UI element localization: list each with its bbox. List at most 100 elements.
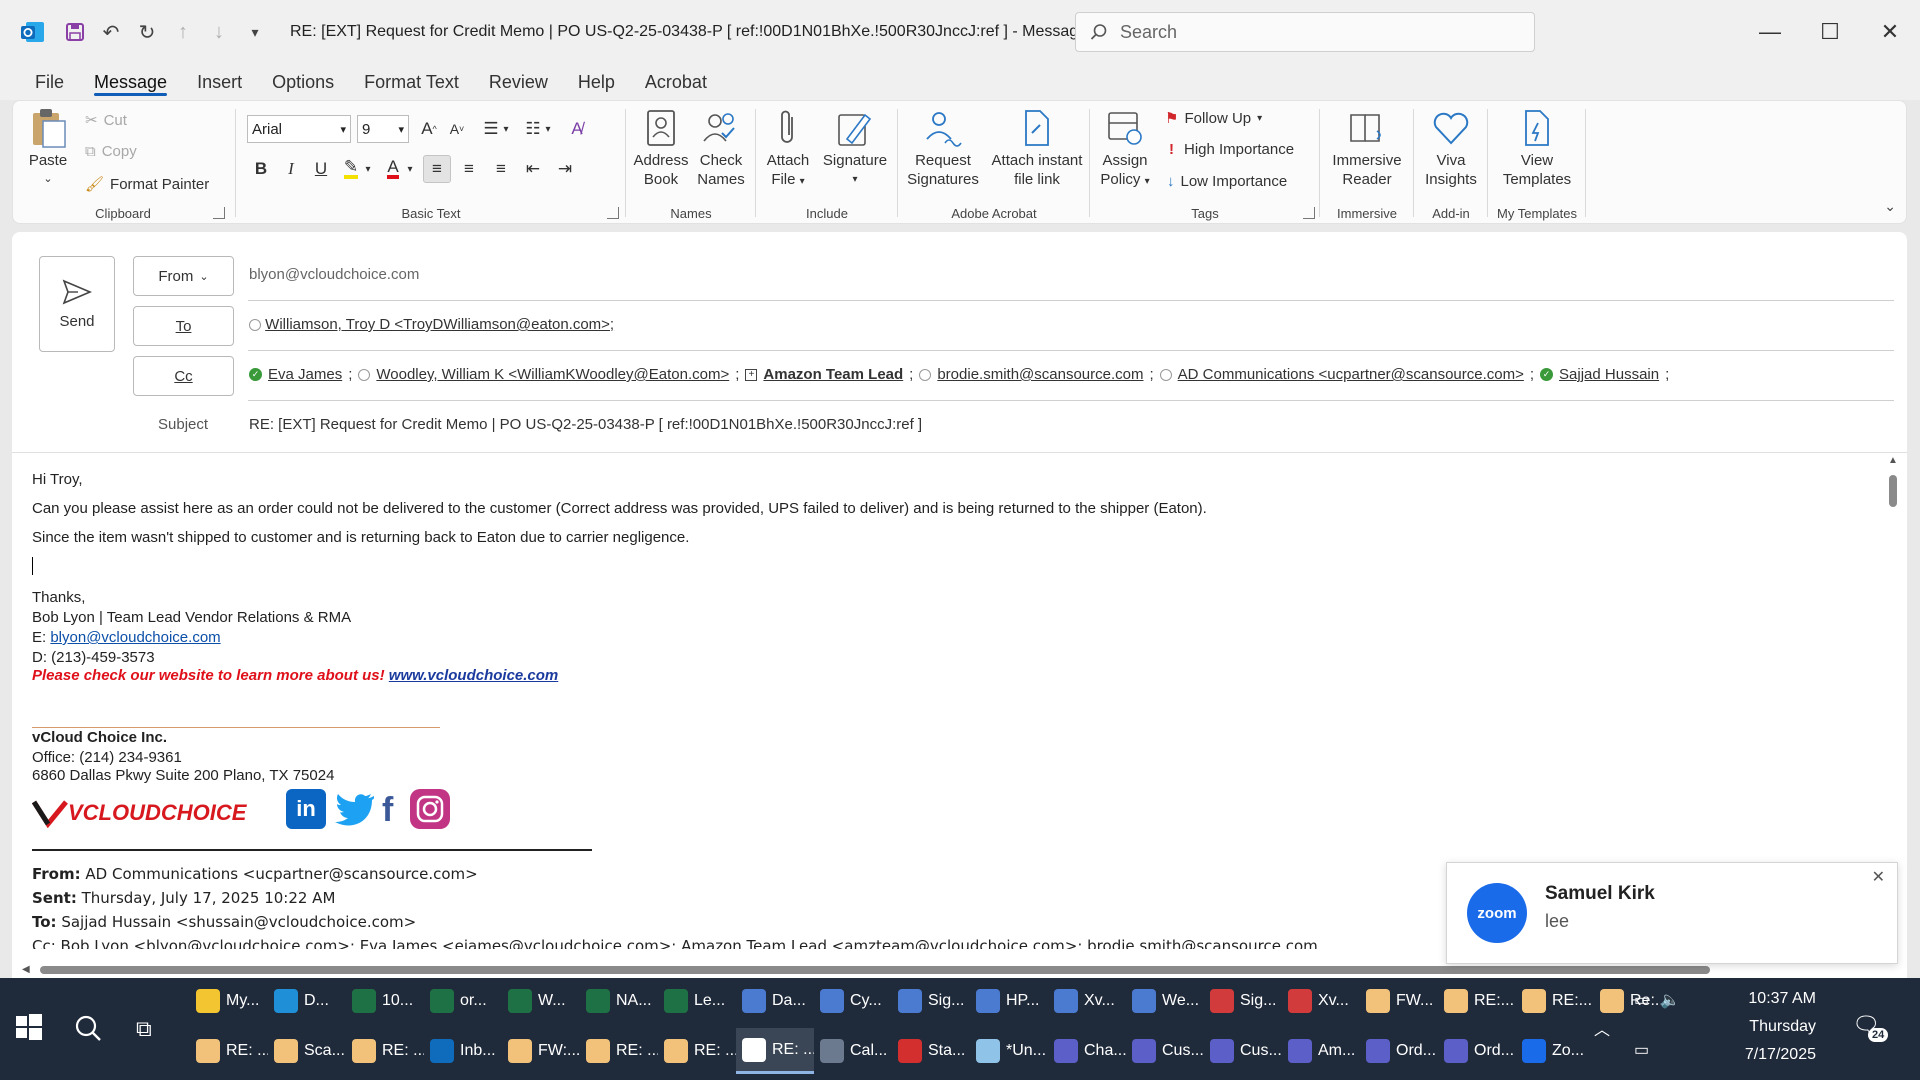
follow-up-button[interactable]: ⚑ Follow Up ▾ <box>1165 109 1262 128</box>
clock-date[interactable]: 7/17/2025 <box>1696 1046 1816 1064</box>
format-painter-button[interactable]: 🖌 Format Painter <box>85 175 209 194</box>
font-size-select[interactable]: 9 ▾ <box>357 115 409 143</box>
taskbar-app-button[interactable]: Zo... <box>1516 1028 1594 1074</box>
bold-icon[interactable]: B <box>247 155 275 183</box>
increase-indent-icon[interactable]: ⇥ <box>551 155 579 183</box>
taskbar-app-button[interactable]: or... <box>424 978 502 1024</box>
customize-toolbar-icon[interactable]: ▾ <box>242 19 268 45</box>
taskbar-app-button[interactable]: RE: ... <box>346 1028 424 1074</box>
zoom-notification[interactable]: zoom Samuel Kirk lee ✕ <box>1446 862 1898 964</box>
cc-recipient-group[interactable]: Amazon Team Lead <box>763 366 903 383</box>
taskbar-app-button[interactable]: Cha... <box>1048 1028 1126 1074</box>
taskbar-app-button[interactable]: Cus... <box>1126 1028 1204 1074</box>
cc-button[interactable]: Cc <box>133 356 234 396</box>
taskbar-app-button[interactable]: Am... <box>1282 1028 1360 1074</box>
send-button[interactable]: Send <box>39 256 115 352</box>
show-hidden-icons-icon[interactable]: ︿ <box>1594 1016 1610 1040</box>
assign-policy-button[interactable]: Assign Policy ▾ <box>1095 107 1155 191</box>
view-templates-button[interactable]: View Templates <box>1493 107 1581 189</box>
font-color-dropdown-icon[interactable]: ▾ <box>403 155 417 183</box>
tab-options[interactable]: Options <box>257 64 349 100</box>
basic-text-launcher-icon[interactable] <box>607 207 619 219</box>
cc-recipient[interactable]: Sajjad Hussain <box>1559 366 1659 383</box>
taskbar-app-button[interactable]: Xv... <box>1282 978 1360 1024</box>
shrink-font-icon[interactable]: A ˅ <box>443 115 471 143</box>
horizontal-scrollbar-thumb[interactable] <box>40 966 1710 974</box>
cc-recipient[interactable]: brodie.smith@scansource.com <box>937 366 1143 383</box>
tab-file[interactable]: File <box>20 64 79 100</box>
taskbar-app-button[interactable]: NA... <box>580 978 658 1024</box>
font-name-select[interactable]: Arial ▾ <box>247 115 351 143</box>
high-importance-button[interactable]: ! High Importance <box>1169 141 1294 158</box>
to-button[interactable]: To <box>133 306 234 346</box>
scroll-left-icon[interactable]: ◀ <box>22 964 30 975</box>
taskbar-app-button[interactable]: We... <box>1126 978 1204 1024</box>
website-link[interactable]: www.vcloudchoice.com <box>389 667 558 684</box>
taskbar-app-button[interactable]: Xv... <box>1048 978 1126 1024</box>
save-icon[interactable] <box>62 19 88 45</box>
instagram-icon[interactable] <box>410 789 450 829</box>
maximize-button[interactable]: ☐ <box>1800 0 1860 64</box>
taskbar-app-button[interactable]: Sta... <box>892 1028 970 1074</box>
tab-insert[interactable]: Insert <box>182 64 257 100</box>
attach-file-button[interactable]: Attach File ▾ <box>761 107 815 191</box>
taskbar-app-button[interactable]: Ord... <box>1360 1028 1438 1074</box>
taskbar-app-button[interactable]: Cus... <box>1204 1028 1282 1074</box>
underline-icon[interactable]: U <box>307 155 335 183</box>
taskbar-app-button[interactable]: Sca... <box>268 1028 346 1074</box>
taskbar-app-button[interactable]: RE:... <box>1438 978 1516 1024</box>
low-importance-button[interactable]: ↓ Low Importance <box>1167 173 1287 190</box>
decrease-indent-icon[interactable]: ⇤ <box>519 155 547 183</box>
taskbar-app-button[interactable]: RE: ... <box>580 1028 658 1074</box>
minimize-button[interactable]: — <box>1740 0 1800 64</box>
taskbar-app-button[interactable]: Da... <box>736 978 814 1024</box>
clock-time[interactable]: 10:37 AM <box>1696 990 1816 1008</box>
italic-icon[interactable]: I <box>277 155 305 183</box>
tags-launcher-icon[interactable] <box>1303 207 1315 219</box>
close-notification-icon[interactable]: ✕ <box>1872 867 1885 887</box>
previous-item-icon[interactable]: ↑ <box>170 19 196 45</box>
tab-acrobat[interactable]: Acrobat <box>630 64 722 100</box>
paste-dropdown-icon[interactable]: ⌄ <box>43 170 52 189</box>
subject-input[interactable]: RE: [EXT] Request for Credit Memo | PO U… <box>249 416 922 433</box>
signature-button[interactable]: Signature ▾ <box>817 107 893 189</box>
network-icon[interactable]: ▭ <box>1634 1040 1649 1060</box>
battery-icon[interactable]: ▭ <box>1634 990 1649 1010</box>
numbering-dropdown-icon[interactable]: ▾ <box>541 115 555 143</box>
taskbar-app-button[interactable]: Le... <box>658 978 736 1024</box>
paste-button[interactable]: Paste ⌄ <box>23 107 73 189</box>
clock-day[interactable]: Thursday <box>1696 1018 1816 1036</box>
bullets-dropdown-icon[interactable]: ▾ <box>499 115 513 143</box>
align-left-icon[interactable]: ≡ <box>423 155 451 183</box>
address-book-button[interactable]: Address Book <box>631 107 691 189</box>
undo-icon[interactable]: ↶ <box>98 19 124 45</box>
taskbar-app-button[interactable]: W... <box>502 978 580 1024</box>
taskbar-app-button[interactable]: RE: ... <box>190 1028 268 1074</box>
copy-button[interactable]: ⧉ Copy <box>85 143 137 160</box>
tab-help[interactable]: Help <box>563 64 630 100</box>
cut-button[interactable]: ✂ Cut <box>85 111 127 130</box>
immersive-reader-button[interactable]: Immersive Reader <box>1323 107 1411 189</box>
taskbar-app-button[interactable]: FW... <box>1360 978 1438 1024</box>
signature-email-link[interactable]: blyon@vcloudchoice.com <box>50 629 220 646</box>
search-box[interactable]: Search <box>1075 12 1535 52</box>
from-button[interactable]: From ⌄ <box>133 256 234 296</box>
cc-recipient[interactable]: Eva James <box>268 366 342 383</box>
horizontal-scrollbar[interactable]: ◀ <box>12 962 1902 978</box>
cc-recipient[interactable]: AD Communications <ucpartner@scansource.… <box>1178 366 1524 383</box>
viva-insights-button[interactable]: Viva Insights <box>1419 107 1483 189</box>
taskbar-app-button[interactable]: Inb... <box>424 1028 502 1074</box>
check-names-button[interactable]: Check Names <box>691 107 751 189</box>
search-icon[interactable] <box>74 1014 102 1047</box>
collapse-ribbon-icon[interactable]: ⌄ <box>1884 198 1896 215</box>
facebook-icon[interactable]: f <box>382 791 408 829</box>
taskbar-app-button[interactable]: Cal... <box>814 1028 892 1074</box>
to-field[interactable]: Williamson, Troy D <TroyDWilliamson@eato… <box>249 316 614 333</box>
tab-review[interactable]: Review <box>474 64 563 100</box>
taskbar-app-button[interactable]: D... <box>268 978 346 1024</box>
tab-message[interactable]: Message <box>79 64 182 100</box>
twitter-icon[interactable] <box>332 791 376 829</box>
redo-icon[interactable]: ↻ <box>134 19 160 45</box>
taskbar-app-button[interactable]: RE: ... <box>736 1028 814 1074</box>
clear-formatting-icon[interactable]: A̸ <box>563 115 591 143</box>
